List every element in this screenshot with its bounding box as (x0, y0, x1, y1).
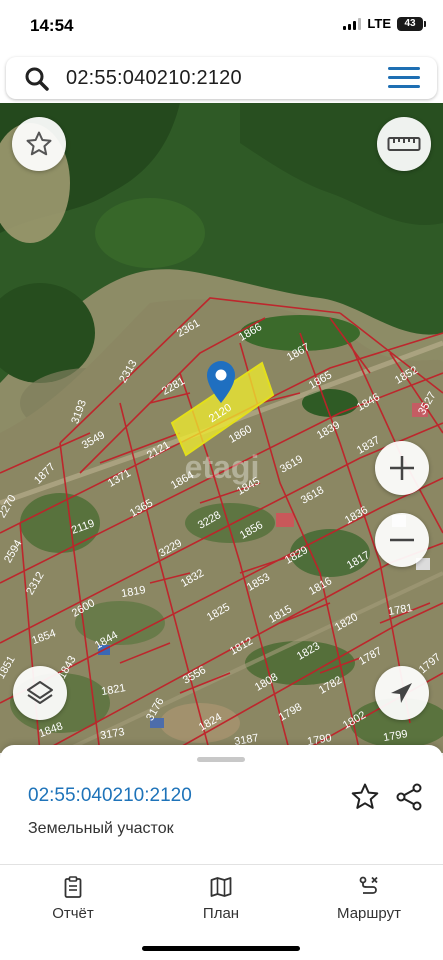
network-type: LTE (367, 16, 391, 31)
tab-route[interactable]: Маршрут (314, 875, 424, 922)
tab-plan[interactable]: План (166, 875, 276, 922)
tab-plan-label: План (202, 905, 240, 922)
my-location-button[interactable] (375, 666, 429, 720)
parcel-info-sheet[interactable]: 02:55:040210:2120 Земельный участок Отчё… (0, 745, 443, 960)
layers-button[interactable] (13, 666, 67, 720)
plus-icon (390, 456, 414, 480)
battery-level: 43 (404, 18, 416, 29)
map-view[interactable]: 2361 1866 2313 2281 1867 1865 1852 3193 … (0, 103, 443, 753)
parcel-cadastral-number: 02:55:040210:2120 (28, 785, 192, 806)
watermark: etagi (185, 449, 260, 485)
minus-icon (390, 538, 414, 542)
menu-icon[interactable] (388, 67, 420, 89)
home-indicator[interactable] (142, 946, 300, 951)
map-plan-icon (210, 877, 232, 897)
ruler-icon (387, 137, 421, 151)
zoom-out-button[interactable] (375, 513, 429, 567)
star-icon (26, 131, 52, 156)
navigation-arrow-icon (391, 683, 412, 703)
status-indicators: LTE 43 (343, 16, 426, 31)
sheet-divider (0, 864, 443, 865)
sheet-grabber[interactable] (197, 757, 245, 762)
status-bar: 14:54 LTE 43 (0, 0, 443, 52)
satellite-map[interactable]: 2361 1866 2313 2281 1867 1865 1852 3193 … (0, 103, 443, 753)
star-icon[interactable] (350, 782, 380, 812)
tab-report[interactable]: Отчёт (18, 875, 128, 922)
tab-route-label: Маршрут (337, 905, 401, 922)
route-icon (359, 876, 378, 894)
search-input[interactable]: 02:55:040210:2120 (66, 67, 242, 90)
signal-icon (343, 17, 362, 30)
search-bar[interactable]: 02:55:040210:2120 (6, 57, 437, 99)
favorite-map-button[interactable] (12, 117, 66, 171)
share-icon[interactable] (394, 782, 424, 812)
parcel-type: Земельный участок (28, 820, 174, 837)
zoom-in-button[interactable] (375, 441, 429, 495)
search-icon[interactable] (24, 66, 50, 92)
battery-icon: 43 (397, 16, 426, 31)
layers-icon (27, 681, 53, 704)
status-time: 14:54 (30, 16, 74, 35)
report-icon (64, 876, 82, 898)
ruler-button[interactable] (377, 117, 431, 171)
tab-report-label: Отчёт (52, 905, 94, 922)
